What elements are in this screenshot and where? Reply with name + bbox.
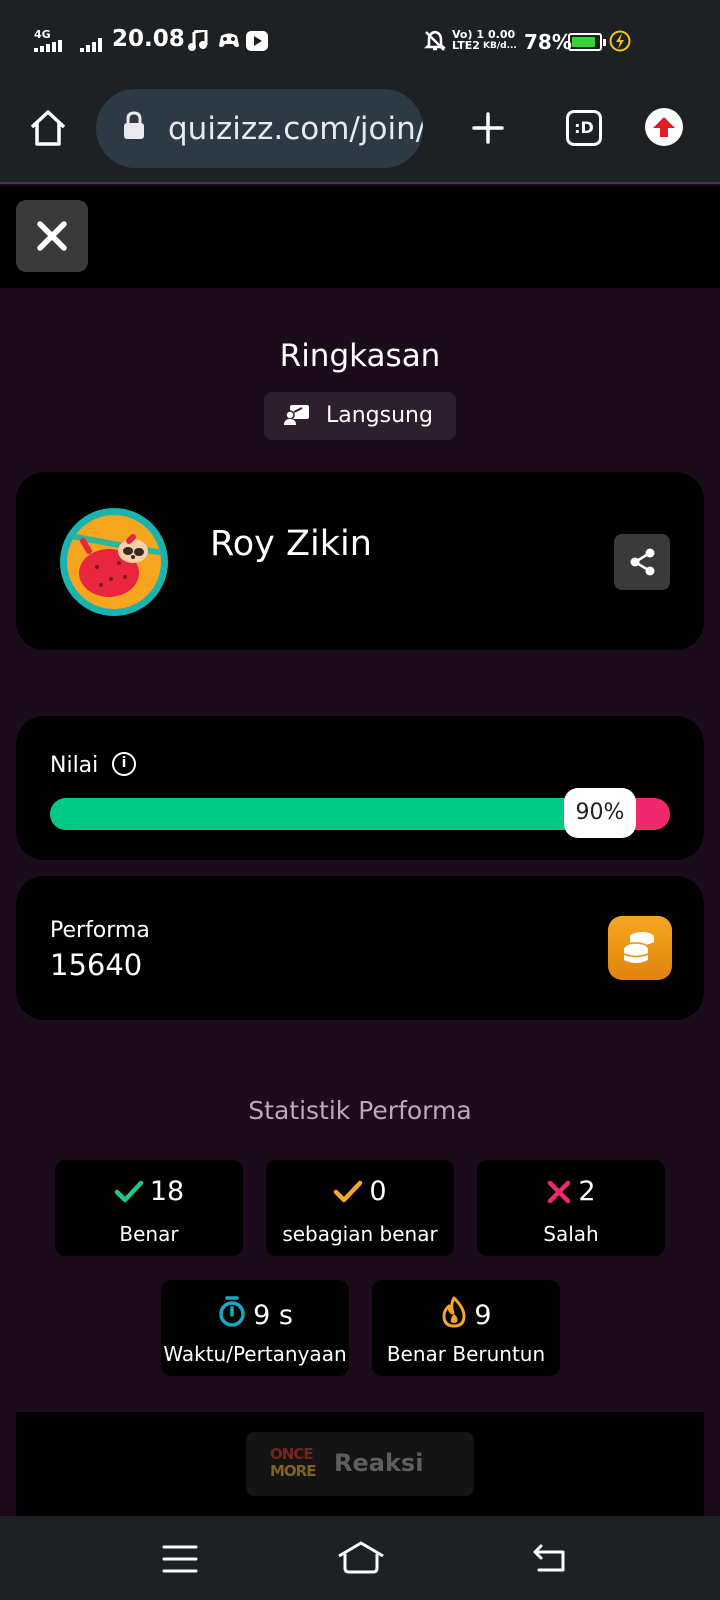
stat-correct-value: 18 (149, 1176, 185, 1207)
score-bar-fill (50, 798, 608, 830)
status-bar: 4G 20.08 Vo) 1 LTE2 0.00 KB/d... 78% (0, 0, 720, 84)
player-name: Roy Zikin (210, 524, 372, 564)
mute-bell-icon (424, 30, 446, 51)
share-button[interactable] (614, 534, 670, 590)
stat-wrong-label: Salah (543, 1222, 599, 1246)
nav-home-icon[interactable] (336, 1540, 386, 1576)
score-label: Nilai (50, 753, 99, 778)
page-title: Ringkasan (279, 338, 441, 374)
speed-value: 0.00 (488, 28, 516, 41)
status-time: 20.08 (112, 26, 185, 52)
stat-time-value: 9 s (253, 1300, 293, 1331)
close-icon (37, 221, 67, 251)
speed-unit: KB/d... (483, 41, 517, 51)
extension-button[interactable] (645, 108, 683, 146)
avatar (60, 508, 168, 616)
charging-icon (609, 30, 631, 52)
mode-label: Langsung (326, 403, 433, 428)
check-icon (334, 1180, 363, 1203)
stat-partial-value: 0 (369, 1176, 387, 1207)
stat-streak-label: Benar Beruntun (386, 1342, 546, 1366)
home-icon[interactable] (28, 108, 68, 148)
logo-line-1: ONCE (270, 1445, 314, 1463)
stat-correct-label: Benar (119, 1222, 179, 1246)
battery-icon (568, 33, 606, 51)
stat-correct: 18 Benar (55, 1160, 243, 1256)
stats-title: Statistik Performa (248, 1096, 472, 1125)
stat-streak-value: 9 (474, 1300, 492, 1331)
battery-percent: 78% (524, 30, 572, 54)
close-button[interactable] (16, 200, 88, 272)
arrow-up-icon (653, 117, 675, 137)
mode-badge: Langsung (264, 392, 456, 440)
info-icon[interactable]: i (112, 752, 136, 776)
stat-partial: 0 sebagian benar (266, 1160, 454, 1256)
coins-icon (608, 916, 672, 980)
check-icon (114, 1180, 144, 1203)
profile-card: Roy Zikin (16, 472, 704, 650)
url-text: quizizz.com/join/ (168, 111, 423, 147)
performance-value: 15640 (50, 948, 143, 982)
timer-icon (219, 1296, 245, 1327)
logo-line-2: MORE (270, 1462, 316, 1480)
flame-icon (442, 1296, 466, 1328)
address-bar[interactable]: quizizz.com/join/ (96, 89, 423, 168)
performance-card: Performa 15640 (16, 876, 704, 1020)
browser-toolbar: quizizz.com/join/ :D (0, 84, 720, 184)
tabs-button[interactable]: :D (566, 110, 602, 146)
cross-icon (548, 1180, 571, 1204)
reaction-label: Reaksi (334, 1449, 424, 1477)
stat-streak: 9 Benar Beruntun (372, 1280, 560, 1376)
stat-time-label: Waktu/Pertanyaan (163, 1342, 347, 1366)
score-percent: 90% (564, 788, 636, 838)
game-icon (219, 33, 239, 48)
network-type: 4G (34, 28, 51, 41)
stat-wrong: 2 Salah (477, 1160, 665, 1256)
stat-partial-label: sebagian benar (282, 1222, 438, 1246)
reaction-button[interactable]: ONCE MORE Reaksi (246, 1432, 474, 1496)
lock-icon (124, 111, 144, 139)
new-tab-icon[interactable] (470, 110, 506, 146)
presentation-icon (284, 405, 309, 425)
reaction-panel: ONCE MORE Reaksi (16, 1412, 704, 1516)
score-card: Nilai i 90% (16, 716, 704, 860)
music-icon (188, 30, 208, 51)
signal-2-icon (80, 38, 102, 52)
top-strip (0, 186, 720, 288)
system-nav-bar (0, 1516, 720, 1600)
stat-wrong-value: 2 (578, 1176, 596, 1207)
back-icon[interactable] (532, 1542, 568, 1574)
menu-icon[interactable] (162, 1544, 198, 1574)
share-icon (630, 548, 655, 576)
stat-time: 9 s Waktu/Pertanyaan (161, 1280, 349, 1376)
youtube-icon (246, 31, 268, 51)
sloth-avatar-icon (67, 532, 161, 597)
performance-label: Performa (50, 918, 150, 943)
once-more-logo: ONCE MORE (270, 1446, 320, 1480)
signal-icon (34, 40, 62, 52)
lte-label: LTE2 (452, 39, 480, 52)
